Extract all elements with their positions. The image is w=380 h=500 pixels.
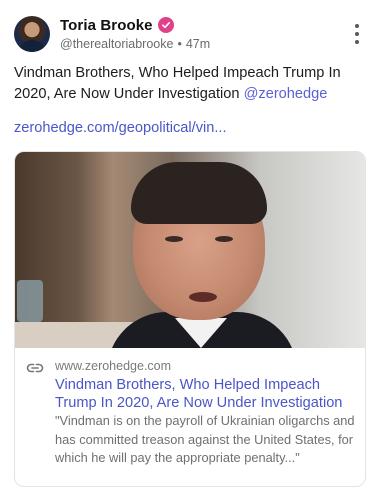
post-timestamp[interactable]: 47m (186, 37, 210, 51)
author-display-name[interactable]: Toria Brooke (60, 17, 153, 34)
post-text: Vindman Brothers, Who Helped Impeach Tru… (14, 63, 366, 105)
link-preview-description: "Vindman is on the payroll of Ukrainian … (55, 413, 355, 465)
link-icon (26, 363, 44, 373)
post-link[interactable]: zerohedge.com/geopolitical/vin... (14, 118, 227, 139)
author-meta: @therealtoriabrooke • 47m (60, 35, 210, 53)
post-header: Toria Brooke @therealtoriabrooke • 47m (14, 14, 366, 54)
meta-separator: • (177, 37, 182, 51)
avatar[interactable] (14, 16, 50, 52)
verified-check-icon (157, 17, 174, 33)
mention-link[interactable]: @zerohedge (244, 86, 328, 102)
post: Toria Brooke @therealtoriabrooke • 47m Vin… (0, 0, 380, 500)
author-info: Toria Brooke @therealtoriabrooke • 47m (60, 15, 210, 53)
link-preview-image[interactable] (15, 152, 365, 348)
link-preview-card[interactable]: www.zerohedge.com Vindman Brothers, Who … (14, 151, 366, 487)
link-preview-title[interactable]: Vindman Brothers, Who Helped Impeach Tru… (55, 376, 355, 412)
author-handle[interactable]: @therealtoriabrooke (60, 37, 173, 51)
link-preview-info: www.zerohedge.com Vindman Brothers, Who … (15, 348, 365, 486)
link-preview-domain: www.zerohedge.com (55, 359, 172, 373)
more-vertical-icon[interactable] (354, 24, 360, 44)
